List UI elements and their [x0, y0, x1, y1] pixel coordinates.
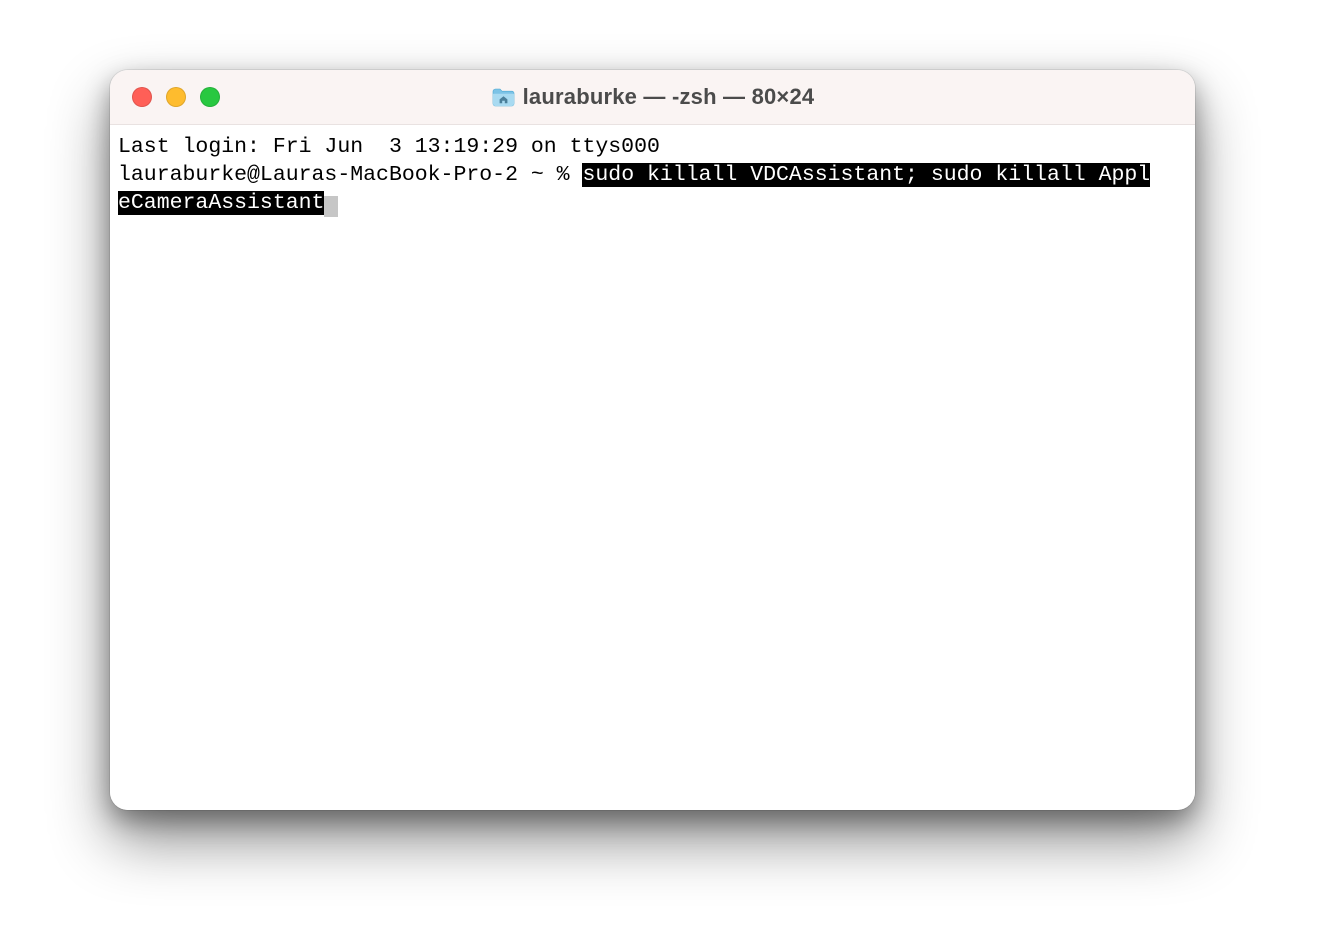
- shell-prompt: lauraburke@Lauras-MacBook-Pro-2 ~ %: [118, 163, 582, 187]
- command-text-line2: eCameraAssistant: [118, 191, 324, 215]
- minimize-icon[interactable]: [166, 87, 186, 107]
- terminal-cursor: [324, 196, 337, 218]
- zoom-icon[interactable]: [200, 87, 220, 107]
- traffic-lights: [110, 87, 220, 107]
- terminal-body[interactable]: Last login: Fri Jun 3 13:19:29 on ttys00…: [110, 125, 1195, 810]
- command-text-line1: sudo killall VDCAssistant; sudo killall …: [582, 163, 1150, 187]
- terminal-window[interactable]: lauraburke — -zsh — 80×24 Last login: Fr…: [110, 70, 1195, 810]
- close-icon[interactable]: [132, 87, 152, 107]
- home-folder-icon: [491, 87, 515, 107]
- window-titlebar[interactable]: lauraburke — -zsh — 80×24: [110, 70, 1195, 125]
- last-login-line: Last login: Fri Jun 3 13:19:29 on ttys00…: [118, 135, 660, 159]
- window-title-text: lauraburke — -zsh — 80×24: [523, 84, 815, 110]
- terminal-output[interactable]: Last login: Fri Jun 3 13:19:29 on ttys00…: [118, 133, 1187, 217]
- window-title: lauraburke — -zsh — 80×24: [110, 84, 1195, 110]
